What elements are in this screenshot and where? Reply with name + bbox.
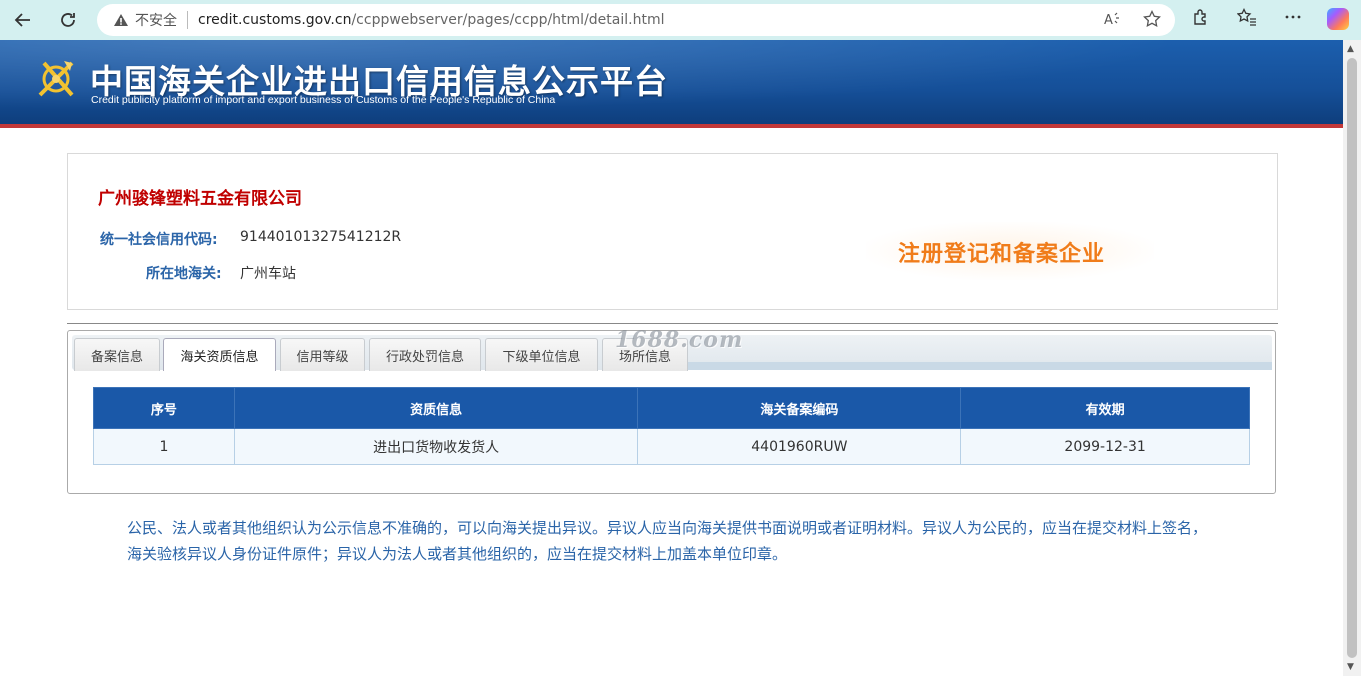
url-path[interactable]: /ccppwebserver/pages/ccpp/html/detail.ht… [351,12,664,28]
scroll-up-icon[interactable]: ▲ [1347,44,1354,54]
cell-qualification: 进出口货物收发货人 [233,428,639,465]
table-header-row: 序号 资质信息 海关备案编码 有效期 [93,387,1250,429]
copilot-icon[interactable] [1327,8,1351,31]
section-divider [67,323,1278,324]
credit-code-value: 91440101327541212R [240,229,402,245]
header-red-stripe [0,124,1343,128]
read-aloud-icon[interactable]: A [1103,10,1121,32]
column-header-qualification: 资质信息 [233,387,639,429]
tab-customs-qualification[interactable]: 海关资质信息 [163,338,276,371]
tab-administrative-penalty[interactable]: 行政处罚信息 [369,338,481,371]
registration-badge-text: 注册登记和备案企业 [898,242,1106,267]
scrollbar-thumb[interactable] [1347,58,1357,658]
extensions-icon[interactable] [1189,8,1213,31]
company-name: 广州骏锋塑料五金有限公司 [98,189,302,209]
tab-credit-rating[interactable]: 信用等级 [280,338,365,371]
watermark: 1688.com [615,327,744,353]
tab-subordinate-units[interactable]: 下级单位信息 [485,338,598,371]
more-icon[interactable] [1281,8,1305,31]
table-row: 1 进出口货物收发货人 4401960RUW 2099-12-31 [93,428,1250,465]
address-separator [187,11,188,29]
tab-bar-line [688,362,1272,370]
column-header-filing-code: 海关备案编码 [637,387,962,429]
reload-icon[interactable] [53,5,83,35]
insecure-label[interactable]: 不安全 [135,10,177,30]
customs-emblem-icon [34,57,78,101]
back-icon[interactable] [8,5,38,35]
cell-filing-code: 4401960RUW [637,428,962,465]
address-bar[interactable]: 不安全 credit.customs.gov.cn/ccppwebserver/… [97,4,1175,36]
svg-text:A: A [1104,13,1113,28]
warning-icon[interactable] [113,12,129,28]
browser-toolbar: 不安全 credit.customs.gov.cn/ccppwebserver/… [0,0,1361,40]
column-header-validity: 有效期 [960,387,1250,429]
customs-value: 广州车站 [240,266,296,282]
site-subtitle: Credit publicity platform of import and … [91,94,556,106]
favorites-icon[interactable] [1235,7,1259,31]
credit-code-label: 统一社会信用代码: [100,232,218,248]
customs-label: 所在地海关: [146,266,222,282]
cell-index: 1 [93,428,235,465]
tab-filing-info[interactable]: 备案信息 [74,338,160,371]
scroll-down-icon[interactable]: ▼ [1347,662,1354,672]
cell-validity: 2099-12-31 [960,428,1250,465]
objection-notice: 公民、法人或者其他组织认为公示信息不准确的，可以向海关提出异议。异议人应当向海关… [127,519,1208,563]
url-host[interactable]: credit.customs.gov.cn [198,12,351,28]
qualification-table: 序号 资质信息 海关备案编码 有效期 1 进出口货物收发货人 4401960RU… [93,387,1250,465]
favorite-star-icon[interactable] [1143,9,1161,32]
column-header-index: 序号 [93,387,235,429]
